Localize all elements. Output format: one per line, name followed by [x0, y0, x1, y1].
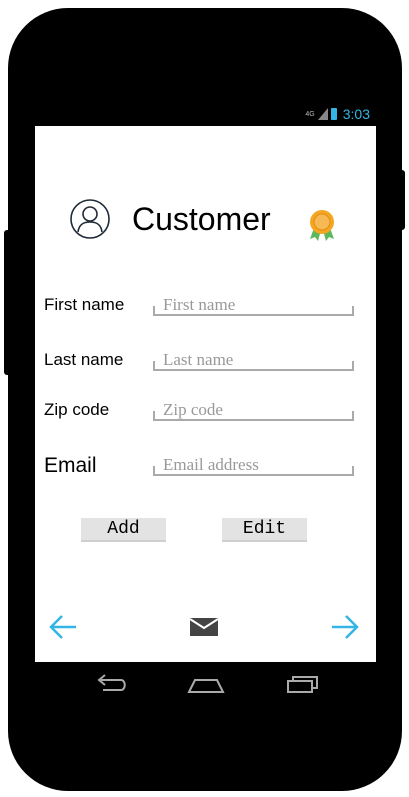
- first-name-field-border: [153, 306, 354, 316]
- zip-code-label: Zip code: [44, 400, 110, 419]
- battery-icon: [330, 108, 337, 120]
- mail-icon[interactable]: [190, 616, 218, 638]
- email-label: Email: [44, 454, 97, 477]
- phone-side-button-left: [4, 230, 12, 375]
- status-time: 3:03: [342, 106, 370, 122]
- signal-icon: [317, 108, 328, 120]
- back-icon[interactable]: [93, 672, 129, 696]
- app-content: Customer First name Last name Zip code E…: [35, 126, 376, 662]
- arrow-right-icon[interactable]: [330, 613, 360, 641]
- status-bar: 4G 3:03: [35, 103, 376, 126]
- zip-code-field-border: [153, 411, 354, 421]
- edit-button[interactable]: Edit: [222, 518, 307, 542]
- status-icons: 4G 3:03: [305, 106, 370, 122]
- screen: 4G 3:03 Customer First name Last name: [35, 103, 376, 707]
- network-type: 4G: [305, 110, 315, 118]
- phone-side-button-right: [396, 170, 405, 230]
- home-icon[interactable]: [187, 672, 225, 696]
- first-name-label: First name: [44, 295, 125, 314]
- last-name-label: Last name: [44, 350, 124, 369]
- system-nav-bar: [35, 662, 376, 707]
- award-ribbon-icon: [310, 210, 334, 241]
- recent-apps-icon[interactable]: [285, 672, 321, 696]
- page-title: Customer: [132, 201, 271, 237]
- arrow-left-icon[interactable]: [48, 613, 78, 641]
- user-avatar-icon: [70, 199, 110, 239]
- email-field-border: [153, 466, 354, 476]
- last-name-field-border: [153, 361, 354, 371]
- add-button[interactable]: Add: [81, 518, 166, 542]
